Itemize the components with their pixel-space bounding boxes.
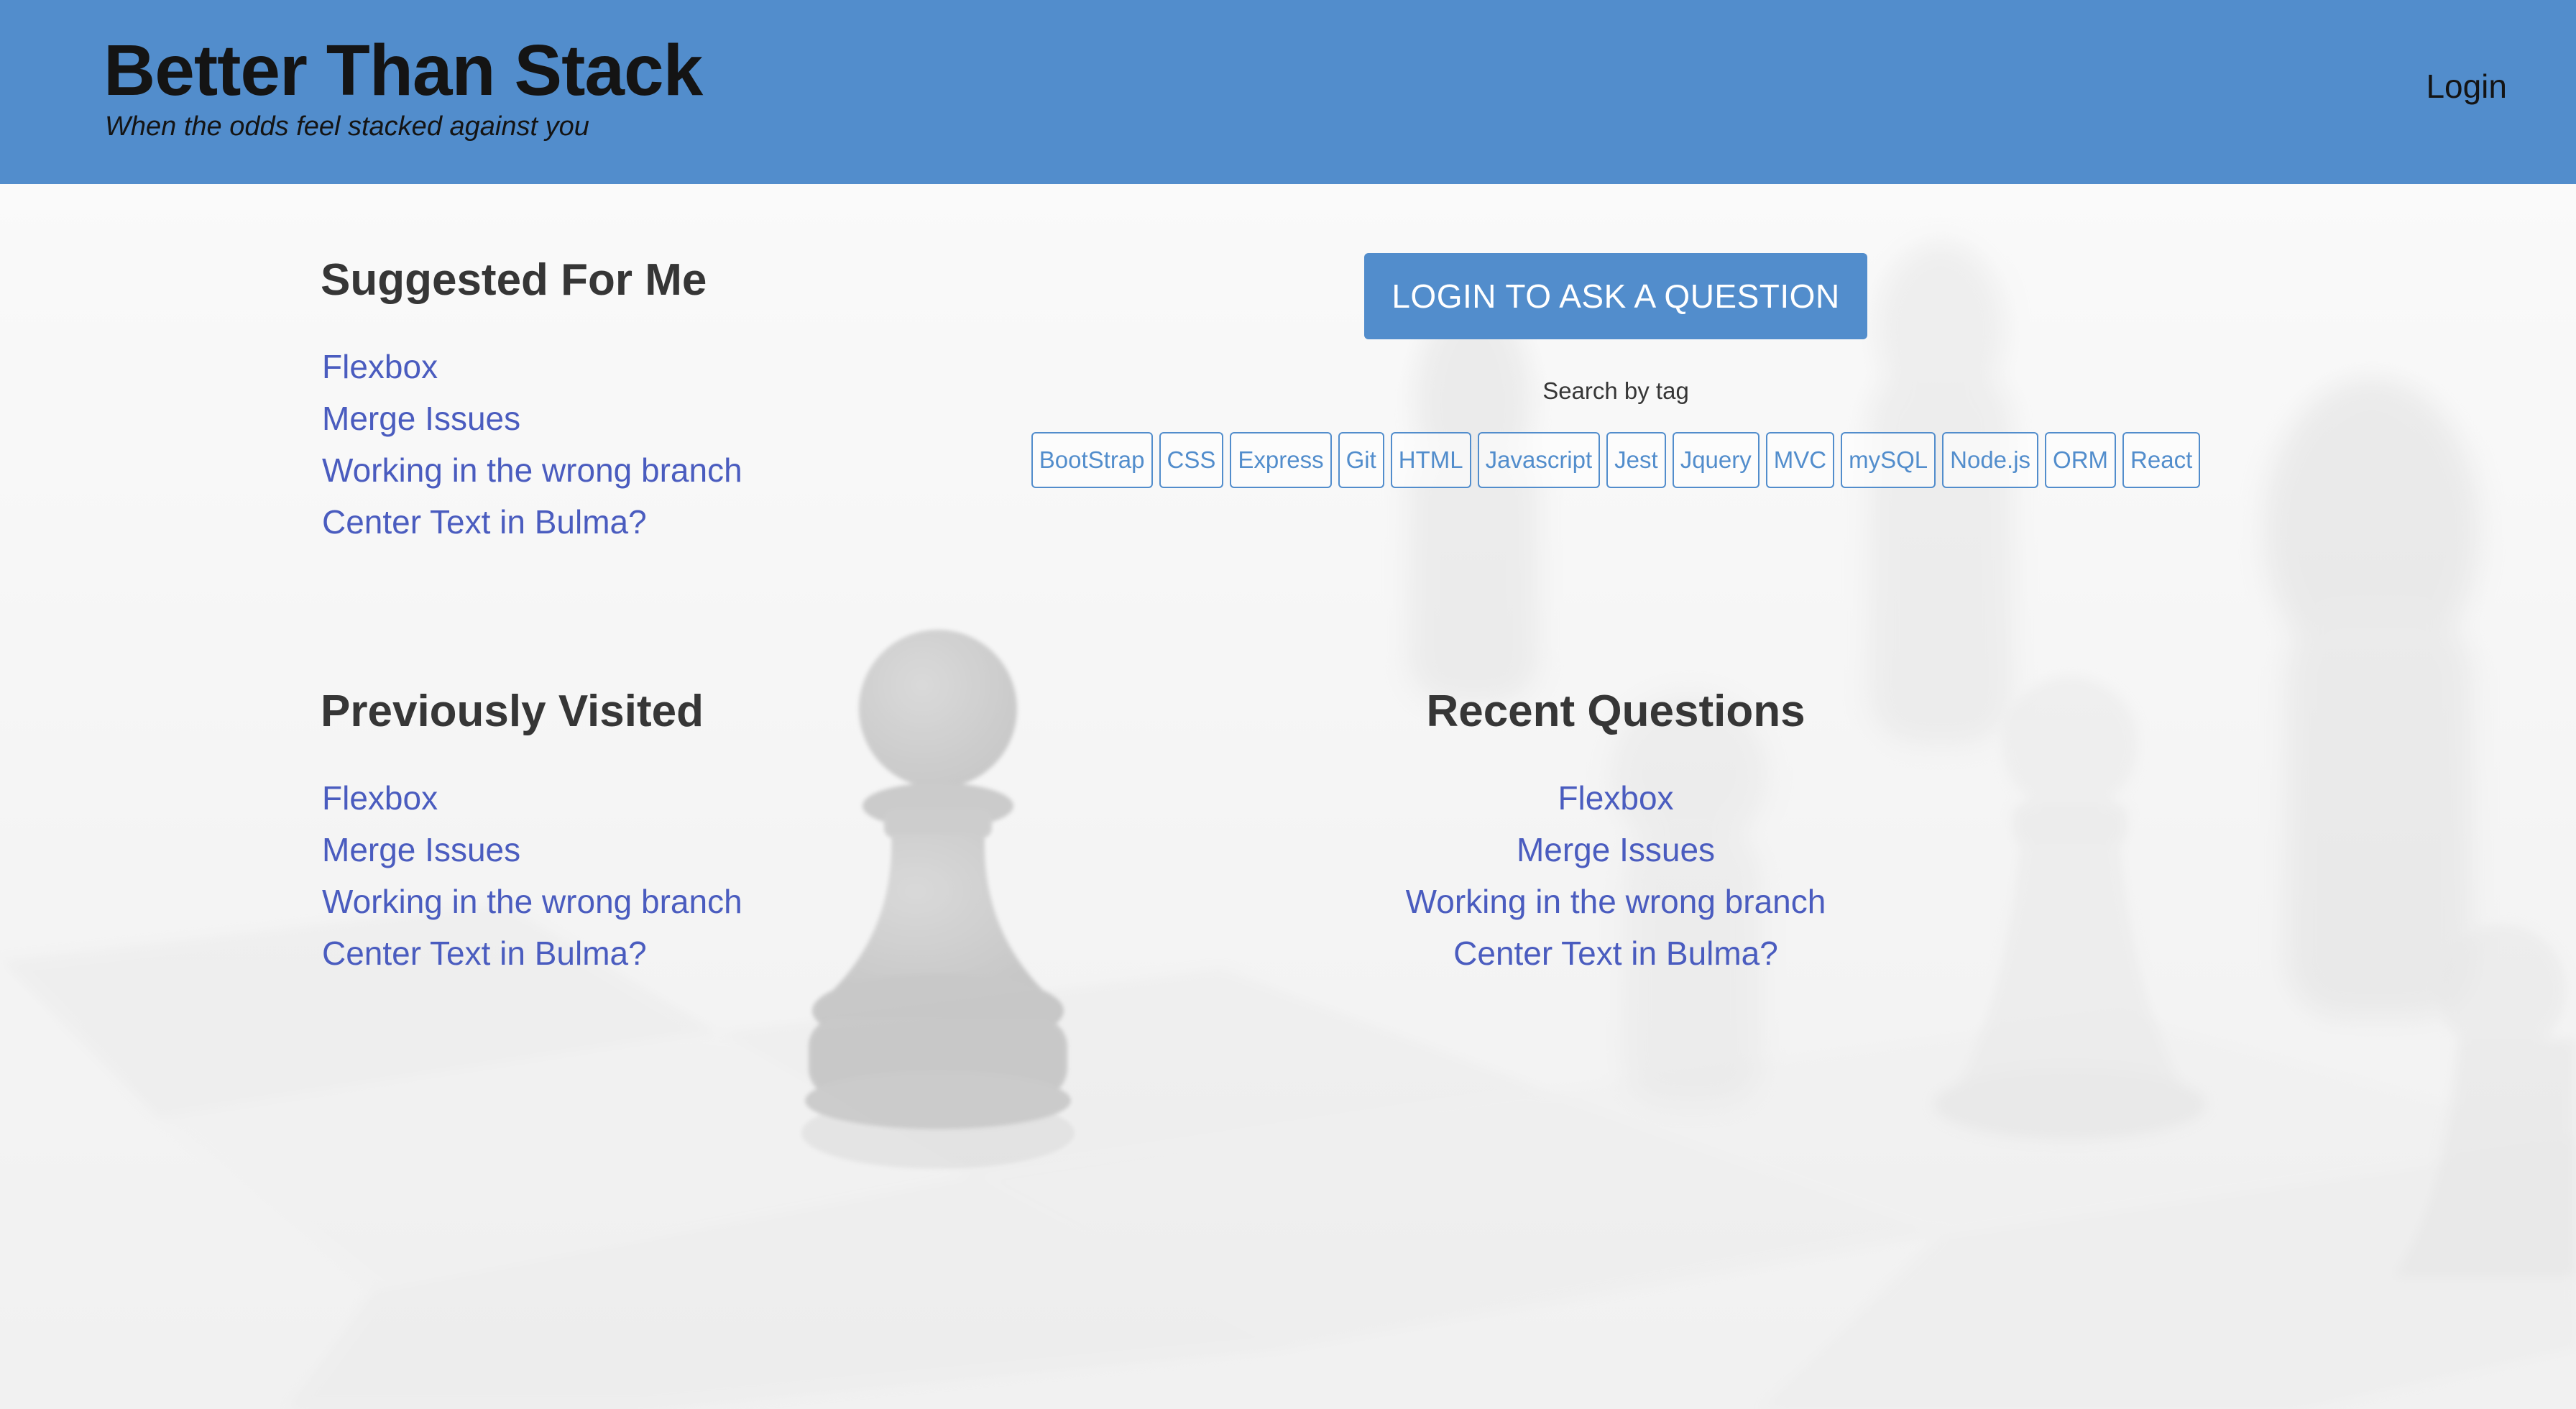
tag-javascript-button[interactable]: Javascript [1477, 432, 1601, 488]
tag-mysql-button[interactable]: mySQL [1841, 432, 1936, 488]
recent-link-wrong-branch[interactable]: Working in the wrong branch [1328, 876, 1903, 927]
login-to-ask-button[interactable]: LOGIN TO ASK A QUESTION [1364, 253, 1867, 339]
tag-bootstrap-button[interactable]: BootStrap [1031, 432, 1153, 488]
brand-title[interactable]: Better Than Stack [104, 27, 703, 114]
tag-nodejs-button[interactable]: Node.js [1942, 432, 2039, 488]
tag-orm-button[interactable]: ORM [2045, 432, 2117, 488]
tag-react-button[interactable]: React [2122, 432, 2201, 488]
visited-link-center-text[interactable]: Center Text in Bulma? [322, 927, 742, 979]
tag-css-button[interactable]: CSS [1159, 432, 1224, 488]
brand-tagline: When the odds feel stacked against you [105, 111, 589, 142]
tag-git-button[interactable]: Git [1338, 432, 1384, 488]
recent-questions-heading: Recent Questions [1426, 687, 1806, 736]
search-by-tag-label: Search by tag [1542, 377, 1689, 404]
recent-link-center-text[interactable]: Center Text in Bulma? [1328, 927, 1903, 979]
tag-jest-button[interactable]: Jest [1606, 432, 1666, 488]
app-page: Better Than Stack When the odds feel sta… [0, 0, 2576, 1409]
recent-questions-list: Flexbox Merge Issues Working in the wron… [1328, 772, 1903, 979]
suggested-link-wrong-branch[interactable]: Working in the wrong branch [322, 444, 742, 496]
suggested-heading: Suggested For Me [321, 255, 707, 305]
recent-link-merge-issues[interactable]: Merge Issues [1328, 824, 1903, 876]
suggested-link-center-text[interactable]: Center Text in Bulma? [322, 496, 742, 548]
previously-visited-heading: Previously Visited [321, 687, 704, 736]
suggested-link-flexbox[interactable]: Flexbox [322, 341, 742, 393]
recent-link-flexbox[interactable]: Flexbox [1328, 772, 1903, 824]
suggested-list: Flexbox Merge Issues Working in the wron… [322, 341, 742, 548]
visited-link-merge-issues[interactable]: Merge Issues [322, 824, 742, 876]
suggested-link-merge-issues[interactable]: Merge Issues [322, 393, 742, 444]
visited-link-flexbox[interactable]: Flexbox [322, 772, 742, 824]
tag-mvc-button[interactable]: MVC [1765, 432, 1835, 488]
tag-jquery-button[interactable]: Jquery [1672, 432, 1760, 488]
tag-button-group: BootStrap CSS Express Git HTML Javascrip… [1031, 432, 2201, 488]
visited-link-wrong-branch[interactable]: Working in the wrong branch [322, 876, 742, 927]
tag-html-button[interactable]: HTML [1390, 432, 1471, 488]
login-link[interactable]: Login [2426, 66, 2507, 106]
navbar: Better Than Stack When the odds feel sta… [0, 0, 2576, 184]
main-content: Suggested For Me Flexbox Merge Issues Wo… [0, 184, 2576, 1409]
tag-express-button[interactable]: Express [1230, 432, 1332, 488]
previously-visited-list: Flexbox Merge Issues Working in the wron… [322, 772, 742, 979]
